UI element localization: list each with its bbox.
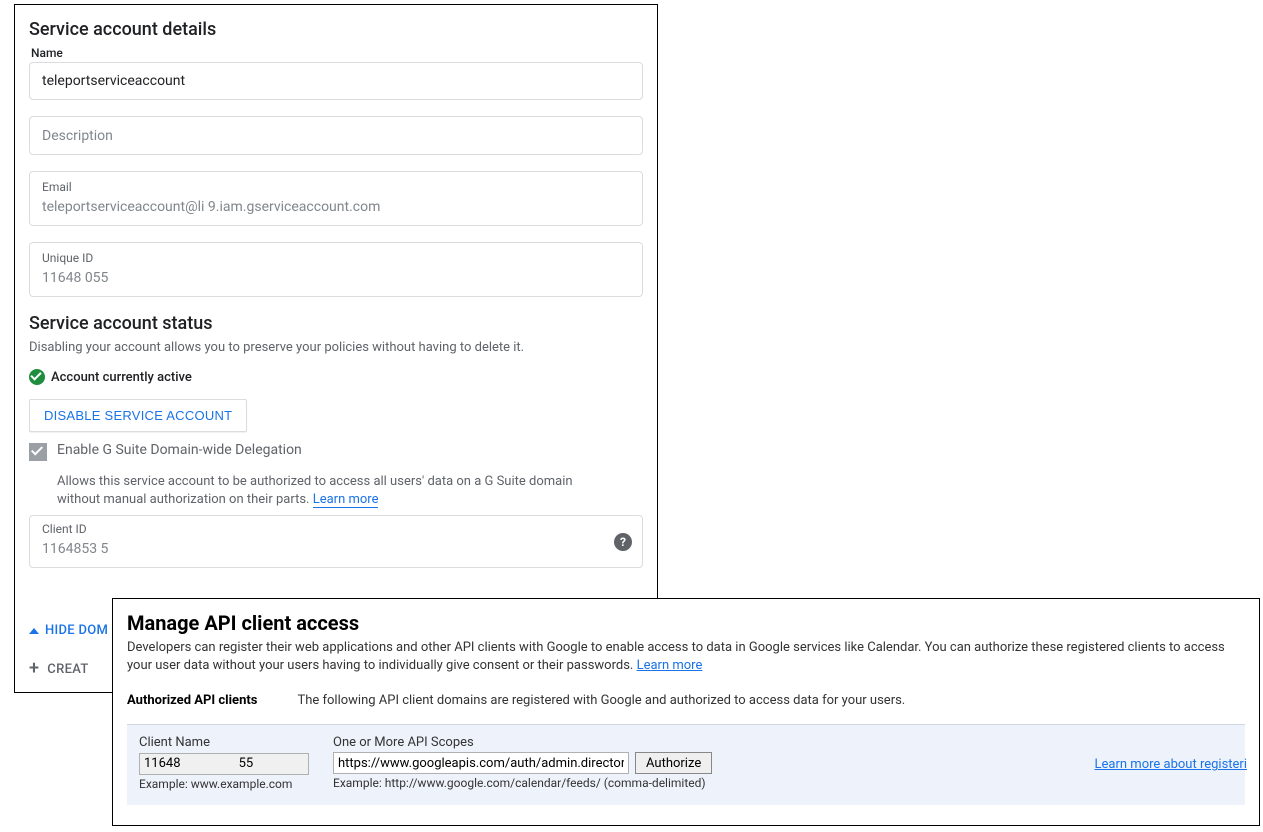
scopes-example: Example: http://www.google.com/calendar/… bbox=[333, 776, 712, 790]
status-active-text: Account currently active bbox=[51, 370, 192, 385]
scopes-input[interactable] bbox=[333, 752, 629, 774]
client-id-value: 1164853 5 bbox=[42, 541, 108, 557]
hide-label: HIDE DOM bbox=[45, 623, 108, 638]
delegation-label: Enable G Suite Domain-wide Delegation bbox=[57, 442, 302, 461]
unique-id-value: 11648 055 bbox=[42, 270, 108, 286]
api-title: Manage API client access bbox=[127, 611, 1245, 635]
name-field: Name teleportserviceaccount bbox=[29, 46, 643, 100]
email-label: Email bbox=[42, 180, 630, 194]
authorized-label: Authorized API clients bbox=[127, 693, 257, 708]
client-name-label: Client Name bbox=[139, 735, 309, 750]
disable-service-account-button[interactable]: DISABLE SERVICE ACCOUNT bbox=[29, 399, 247, 432]
manage-api-client-access-panel: Manage API client access Developers can … bbox=[112, 598, 1260, 826]
scopes-column: One or More API Scopes Authorize Example… bbox=[333, 735, 712, 790]
authorized-clients-row: Authorized API clients The following API… bbox=[127, 693, 1245, 708]
authorized-text: The following API client domains are reg… bbox=[297, 693, 905, 708]
api-form-box: Client Name Example: www.example.com One… bbox=[127, 724, 1245, 805]
description-field[interactable]: Description bbox=[29, 116, 643, 155]
status-title: Service account status bbox=[29, 313, 643, 334]
learn-register-link[interactable]: Learn more about registeri bbox=[1095, 757, 1247, 772]
scopes-label: One or More API Scopes bbox=[333, 735, 712, 750]
client-name-column: Client Name Example: www.example.com bbox=[139, 735, 309, 791]
learn-more-link[interactable]: Learn more bbox=[313, 492, 379, 508]
status-description: Disabling your account allows you to pre… bbox=[29, 340, 643, 355]
client-name-input[interactable] bbox=[139, 753, 309, 775]
bottom-actions: HIDE DOM + CREAT bbox=[29, 623, 108, 678]
hide-domain-link[interactable]: HIDE DOM bbox=[29, 623, 108, 638]
api-description: Developers can register their web applic… bbox=[127, 639, 1245, 675]
delegation-help-text: Allows this service account to be author… bbox=[57, 473, 617, 509]
email-value: teleportserviceaccount@li 9.iam.gservice… bbox=[42, 199, 380, 215]
name-input[interactable]: teleportserviceaccount bbox=[29, 62, 643, 100]
unique-id-field: Unique ID 11648 055 bbox=[29, 242, 643, 297]
details-title: Service account details bbox=[29, 19, 643, 40]
create-label: CREAT bbox=[47, 662, 88, 677]
email-field: Email teleportserviceaccount@li 9.iam.gs… bbox=[29, 171, 643, 226]
name-label: Name bbox=[31, 46, 643, 60]
delegation-row: Enable G Suite Domain-wide Delegation bbox=[29, 442, 643, 461]
service-account-details-panel: Service account details Name teleportser… bbox=[14, 4, 658, 693]
authorize-button[interactable]: Authorize bbox=[635, 752, 712, 774]
client-name-example: Example: www.example.com bbox=[139, 777, 309, 791]
create-link[interactable]: + CREAT bbox=[29, 660, 108, 678]
help-icon[interactable]: ? bbox=[614, 533, 632, 551]
chevron-up-icon bbox=[29, 628, 39, 634]
plus-icon: + bbox=[29, 660, 39, 678]
checkmark-icon bbox=[29, 369, 45, 385]
description-placeholder: Description bbox=[42, 128, 113, 144]
unique-id-label: Unique ID bbox=[42, 251, 630, 265]
api-learn-more-link[interactable]: Learn more bbox=[637, 658, 703, 673]
client-id-field: Client ID 1164853 5 ? bbox=[29, 515, 643, 568]
checkbox-checked-icon[interactable] bbox=[29, 443, 47, 461]
client-id-label: Client ID bbox=[42, 522, 630, 536]
status-active-row: Account currently active bbox=[29, 369, 643, 385]
